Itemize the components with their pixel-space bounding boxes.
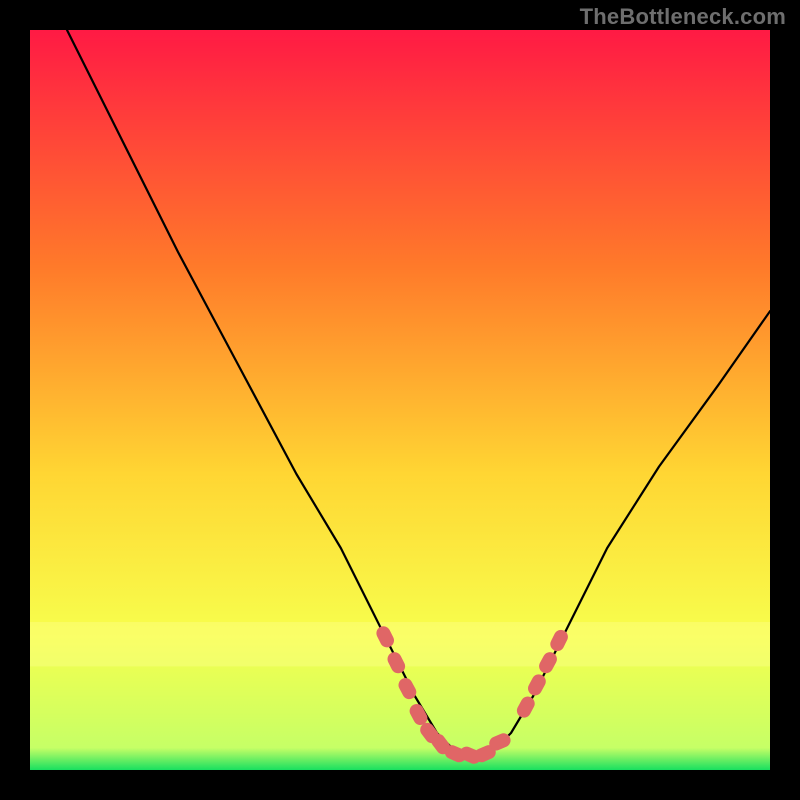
chart-svg xyxy=(30,30,770,770)
chart-frame: TheBottleneck.com xyxy=(0,0,800,800)
watermark-text: TheBottleneck.com xyxy=(580,4,786,30)
chart-area xyxy=(30,30,770,770)
